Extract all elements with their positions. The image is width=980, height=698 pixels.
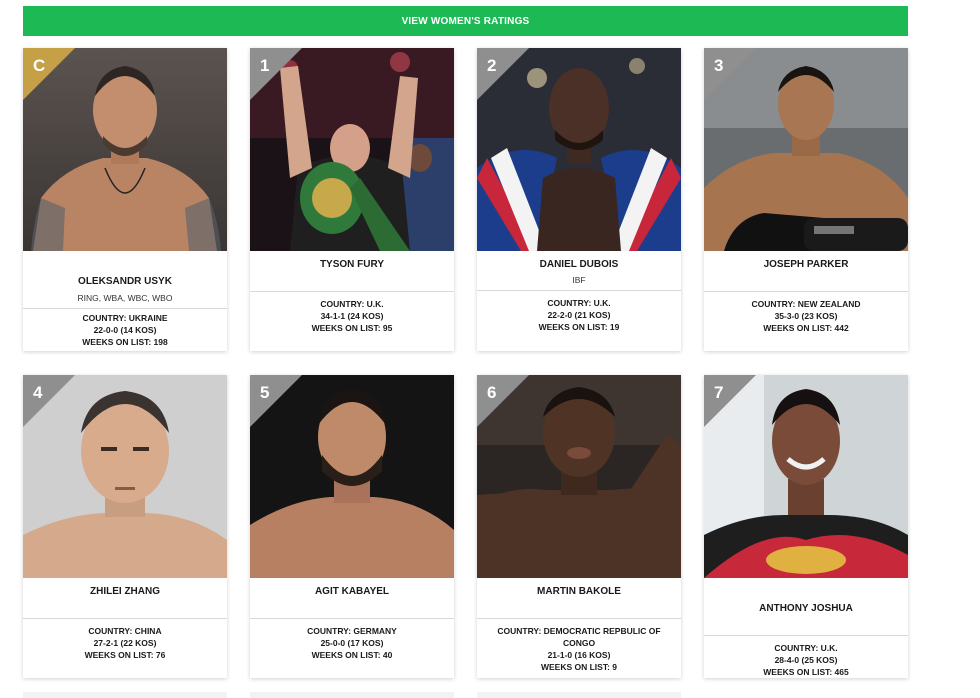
fighter-name[interactable]: AGIT KABAYEL	[250, 578, 454, 618]
fighter-record: 21-1-0 (16 KOS)	[547, 650, 611, 660]
fighter-titles: RING, WBA, WBC, WBO	[77, 293, 173, 303]
rank-number: C	[33, 56, 46, 75]
fighter-card-dubois[interactable]: 2 DANIEL DUBOIS IBF COUNTRY: U.K. 22-2-0…	[477, 48, 681, 351]
fighter-card-usyk[interactable]: C OLEKSANDR USYK RING, WBA, WBC, WBO COU…	[23, 48, 227, 351]
rank-badge	[477, 48, 529, 100]
fighter-record: 28-4-0 (25 KOS)	[774, 655, 838, 665]
fighter-card-fury[interactable]: 1 TYSON FURY COUNTRY: U.K. 34-1-1 (24 KO…	[250, 48, 454, 351]
rank-number: 2	[487, 56, 497, 75]
fighter-name[interactable]: MARTIN BAKOLE	[477, 578, 681, 618]
view-womens-ratings-button[interactable]: VIEW WOMEN'S RATINGS	[23, 6, 908, 36]
rank-badge	[250, 48, 302, 100]
fighter-stats: COUNTRY: U.K. 28-4-0 (25 KOS) WEEKS ON L…	[704, 636, 908, 678]
fighter-country: COUNTRY: CHINA	[88, 626, 162, 636]
next-row-card-edge	[23, 692, 227, 698]
fighter-record: 27-2-1 (22 KOS)	[93, 638, 157, 648]
fighter-stats: COUNTRY: NEW ZEALAND 35-3-0 (23 KOS) WEE…	[704, 292, 908, 334]
fighter-record: 25-0-0 (17 KOS)	[320, 638, 384, 648]
rank-number: 7	[714, 383, 724, 402]
fighter-record: 35-3-0 (23 KOS)	[774, 311, 838, 321]
fighter-stats: COUNTRY: UKRAINE 22-0-0 (14 KOS) WEEKS O…	[23, 309, 227, 348]
fighter-weeks: WEEKS ON LIST: 95	[311, 323, 393, 333]
fighter-name[interactable]: DANIEL DUBOIS	[477, 251, 681, 270]
rank-badge	[704, 375, 756, 427]
fighter-record: 34-1-1 (24 KOS)	[320, 311, 384, 321]
fighter-stats: COUNTRY: GERMANY 25-0-0 (17 KOS) WEEKS O…	[250, 619, 454, 661]
rank-badge	[477, 375, 529, 427]
fighter-photo[interactable]: 4	[23, 375, 227, 578]
fighter-photo[interactable]: 6	[477, 375, 681, 578]
next-row-card-edge	[250, 692, 454, 698]
fighter-stats: COUNTRY: U.K. 22-2-0 (21 KOS) WEEKS ON L…	[477, 291, 681, 333]
rank-number: 5	[260, 383, 270, 402]
fighter-photo[interactable]: 2	[477, 48, 681, 251]
rank-badge	[250, 375, 302, 427]
fighter-name[interactable]: OLEKSANDR USYK	[23, 251, 227, 287]
fighter-weeks: WEEKS ON LIST: 9	[540, 662, 618, 672]
fighter-country: COUNTRY: UKRAINE	[82, 313, 168, 323]
rank-number: 6	[487, 383, 497, 402]
fighter-name[interactable]: TYSON FURY	[250, 251, 454, 291]
fighter-country: COUNTRY: U.K.	[320, 299, 384, 309]
fighter-card-parker[interactable]: 3 JOSEPH PARKER COUNTRY: NEW ZEALAND 35-…	[704, 48, 908, 351]
fighter-country: COUNTRY: U.K.	[774, 643, 838, 653]
fighter-name[interactable]: JOSEPH PARKER	[704, 251, 908, 291]
rank-badge	[704, 48, 756, 100]
rank-number: 3	[714, 56, 724, 75]
fighter-record: 22-0-0 (14 KOS)	[93, 325, 157, 335]
fighter-card-zhang[interactable]: 4 ZHILEI ZHANG COUNTRY: CHINA 27-2-1 (22…	[23, 375, 227, 678]
fighter-photo[interactable]: 3	[704, 48, 908, 251]
fighter-country: COUNTRY: DEMOCRATIC REPBULIC OF CONGO	[497, 626, 661, 648]
fighter-country: COUNTRY: NEW ZEALAND	[751, 299, 861, 309]
fighter-photo[interactable]: C	[23, 48, 227, 251]
fighter-photo[interactable]: 7	[704, 375, 908, 578]
rank-number: 4	[33, 383, 43, 402]
fighter-country: COUNTRY: U.K.	[547, 298, 611, 308]
fighter-weeks: WEEKS ON LIST: 465	[763, 667, 849, 677]
fighter-stats: COUNTRY: DEMOCRATIC REPBULIC OF CONGO 21…	[477, 619, 681, 673]
fighter-photo[interactable]: 1	[250, 48, 454, 251]
fighter-weeks: WEEKS ON LIST: 76	[84, 650, 166, 660]
fighter-card-kabayel[interactable]: 5 AGIT KABAYEL COUNTRY: GERMANY 25-0-0 (…	[250, 375, 454, 678]
rank-badge	[23, 48, 75, 100]
fighter-photo[interactable]: 5	[250, 375, 454, 578]
fighter-record: 22-2-0 (21 KOS)	[547, 310, 611, 320]
rank-badge	[23, 375, 75, 427]
fighter-stats: COUNTRY: CHINA 27-2-1 (22 KOS) WEEKS ON …	[23, 619, 227, 661]
fighter-name[interactable]: ANTHONY JOSHUA	[704, 578, 908, 635]
rank-number: 1	[260, 56, 270, 75]
fighter-card-bakole[interactable]: 6 MARTIN BAKOLE COUNTRY: DEMOCRATIC REPB…	[477, 375, 681, 678]
fighter-stats: COUNTRY: U.K. 34-1-1 (24 KOS) WEEKS ON L…	[250, 292, 454, 334]
fighter-weeks: WEEKS ON LIST: 198	[82, 337, 168, 347]
fighter-titles: IBF	[572, 275, 586, 285]
fighter-weeks: WEEKS ON LIST: 40	[311, 650, 393, 660]
fighter-weeks: WEEKS ON LIST: 19	[538, 322, 620, 332]
fighter-weeks: WEEKS ON LIST: 442	[763, 323, 849, 333]
next-row-card-edge	[477, 692, 681, 698]
fighter-name[interactable]: ZHILEI ZHANG	[23, 578, 227, 618]
fighter-card-joshua[interactable]: 7 ANTHONY JOSHUA COUNTRY: U.K. 28-4-0 (2…	[704, 375, 908, 678]
fighter-country: COUNTRY: GERMANY	[307, 626, 397, 636]
